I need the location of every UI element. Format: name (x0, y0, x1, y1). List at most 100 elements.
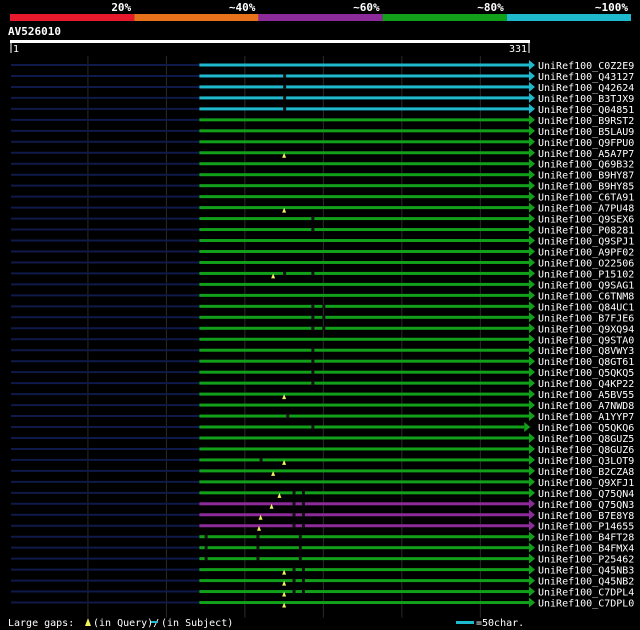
hit-bar[interactable] (199, 184, 529, 188)
hit-label[interactable]: UniRef100_B4FMX4 (538, 544, 634, 555)
hit-bar[interactable] (199, 601, 529, 605)
hit-bar[interactable] (199, 63, 529, 67)
hit-label[interactable]: UniRef100_A7NWD8 (538, 401, 634, 412)
hit-label[interactable]: UniRef100_A9PF02 (538, 247, 634, 258)
hit-bar[interactable] (199, 546, 529, 550)
hit-bar[interactable] (199, 502, 529, 506)
hit-label[interactable]: UniRef100_Q8GT61 (538, 357, 634, 368)
hit-bar[interactable] (199, 217, 529, 221)
hit-label[interactable]: UniRef100_B5LAU9 (538, 127, 634, 138)
hit-bar[interactable] (199, 293, 529, 297)
hit-bar[interactable] (199, 118, 529, 122)
hit-label[interactable]: UniRef100_B9HY85 (538, 182, 634, 193)
hit-bar[interactable] (199, 524, 529, 528)
hit-label[interactable]: UniRef100_Q5QKQ6 (538, 423, 634, 434)
hit-label[interactable]: UniRef100_A1YYP7 (538, 412, 634, 423)
hit-bar[interactable] (199, 228, 529, 232)
hit-label[interactable]: UniRef100_Q9STA0 (538, 335, 634, 346)
hit-bar[interactable] (199, 260, 529, 264)
hit-bar[interactable] (199, 337, 529, 341)
hit-label[interactable]: UniRef100_Q9SAG1 (538, 280, 634, 291)
hit-bar[interactable] (199, 348, 529, 352)
hit-bar[interactable] (199, 370, 529, 374)
hit-bar[interactable] (199, 568, 529, 572)
hit-label[interactable]: UniRef100_C6TNM8 (538, 291, 634, 302)
hit-label[interactable]: UniRef100_B7FJE6 (538, 313, 634, 324)
hit-bar[interactable] (199, 469, 529, 473)
hit-label[interactable]: UniRef100_Q9SPJ1 (538, 237, 634, 248)
hit-label[interactable]: UniRef100_B7E8Y8 (538, 511, 634, 522)
hit-label[interactable]: UniRef100_Q9SEX6 (538, 215, 634, 226)
hit-label[interactable]: UniRef100_Q43127 (538, 72, 634, 83)
hit-label[interactable]: UniRef100_Q9XQ94 (538, 324, 634, 335)
hit-bar[interactable] (199, 239, 529, 243)
hit-bar[interactable] (199, 392, 529, 396)
hit-label[interactable]: UniRef100_Q8GUZ6 (538, 445, 634, 456)
hit-label[interactable]: UniRef100_C6TA91 (538, 193, 634, 204)
hit-bar[interactable] (199, 195, 529, 199)
hit-label[interactable]: UniRef100_B9HY87 (538, 171, 634, 182)
hit-label[interactable]: UniRef100_Q75QN4 (538, 489, 634, 500)
hit-bar[interactable] (199, 579, 529, 583)
hit-label[interactable]: UniRef100_P25462 (538, 555, 634, 566)
hit-label[interactable]: UniRef100_Q4KP22 (538, 379, 634, 390)
hit-label[interactable]: UniRef100_A5BV55 (538, 390, 634, 401)
hit-label[interactable]: UniRef100_Q45NB3 (538, 566, 634, 577)
hit-bar[interactable] (199, 140, 529, 144)
hit-label[interactable]: UniRef100_Q5QKQ5 (538, 368, 634, 379)
hit-bar[interactable] (199, 85, 529, 89)
hit-bar[interactable] (199, 480, 529, 484)
hit-label[interactable]: UniRef100_Q75QN3 (538, 500, 634, 511)
hit-bar[interactable] (199, 129, 529, 133)
hit-bar[interactable] (199, 74, 529, 78)
hit-label[interactable]: UniRef100_Q45NB2 (538, 577, 634, 588)
hit-bar[interactable] (199, 162, 529, 166)
hit-bar[interactable] (199, 447, 529, 451)
hit-bar[interactable] (199, 315, 529, 319)
hit-label[interactable]: UniRef100_Q8GUZ5 (538, 434, 634, 445)
hit-label[interactable]: UniRef100_Q3LOT9 (538, 456, 634, 467)
hit-label[interactable]: UniRef100_C7DPL4 (538, 588, 634, 599)
hit-label[interactable]: UniRef100_B9RST2 (538, 116, 634, 127)
hit-label[interactable]: UniRef100_P14655 (538, 522, 634, 533)
hit-label[interactable]: UniRef100_O22506 (538, 258, 634, 269)
hit-label[interactable]: UniRef100_Q9XFJ1 (538, 478, 634, 489)
hit-bar[interactable] (199, 96, 529, 100)
hit-bar[interactable] (199, 513, 529, 517)
hit-bar[interactable] (199, 173, 529, 177)
hit-bar[interactable] (199, 414, 529, 418)
hit-bar[interactable] (199, 282, 529, 286)
hit-label[interactable]: UniRef100_Q69B32 (538, 160, 634, 171)
hit-bar[interactable] (199, 425, 525, 429)
hit-bar[interactable] (199, 206, 529, 210)
hit-bar[interactable] (199, 381, 529, 385)
hit-bar[interactable] (199, 107, 529, 111)
hit-bar[interactable] (199, 491, 529, 495)
hit-bar[interactable] (199, 436, 529, 440)
hit-bar[interactable] (199, 359, 529, 363)
hit-bar[interactable] (199, 326, 529, 330)
hit-bar[interactable] (199, 304, 529, 308)
hit-label[interactable]: UniRef100_C0Z2E9 (538, 61, 634, 72)
hit-bar[interactable] (199, 557, 529, 561)
hit-label[interactable]: UniRef100_C7DPL0 (538, 599, 634, 610)
hit-label[interactable]: UniRef100_Q84UC1 (538, 302, 634, 313)
hit-label[interactable]: UniRef100_B3TJX9 (538, 94, 634, 105)
hit-bar[interactable] (199, 535, 529, 539)
hit-label[interactable]: UniRef100_Q8VWY3 (538, 346, 634, 357)
hit-bar[interactable] (199, 458, 529, 462)
hit-label[interactable]: UniRef100_Q04851 (538, 105, 634, 116)
hit-label[interactable]: UniRef100_A5A7P7 (538, 149, 634, 160)
hit-bar[interactable] (199, 151, 529, 155)
hit-label[interactable]: UniRef100_A7PU48 (538, 204, 634, 215)
hit-bar[interactable] (199, 271, 529, 275)
hit-label[interactable]: UniRef100_P08281 (538, 226, 634, 237)
hit-label[interactable]: UniRef100_Q42624 (538, 83, 634, 94)
hit-bar[interactable] (199, 403, 529, 407)
hit-bar[interactable] (199, 590, 529, 594)
hit-label[interactable]: UniRef100_P15102 (538, 269, 634, 280)
hit-label[interactable]: UniRef100_B2CZA8 (538, 467, 634, 478)
hit-bar[interactable] (199, 249, 529, 253)
hit-label[interactable]: UniRef100_B4FT28 (538, 533, 634, 544)
hit-label[interactable]: UniRef100_Q9FPU0 (538, 138, 634, 149)
